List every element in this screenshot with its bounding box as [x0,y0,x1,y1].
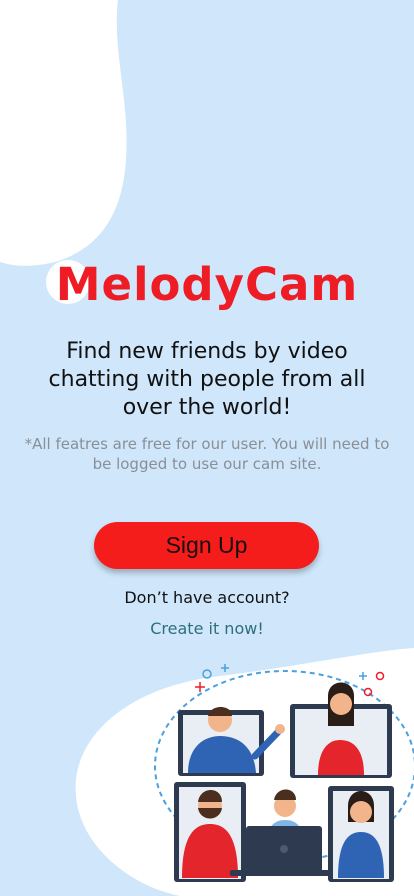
video-chat-people-illustration [75,648,414,896]
create-account-link[interactable]: Create it now! [0,619,414,638]
account-question: Don’t have account? [124,588,290,607]
sign-up-button[interactable]: Sign Up [94,522,319,569]
headline: Find new friends by video chatting with … [48,339,366,420]
brand-logo: MelodyCam [55,258,359,311]
free-features-note: *All featres are free for our user. You … [24,435,390,473]
